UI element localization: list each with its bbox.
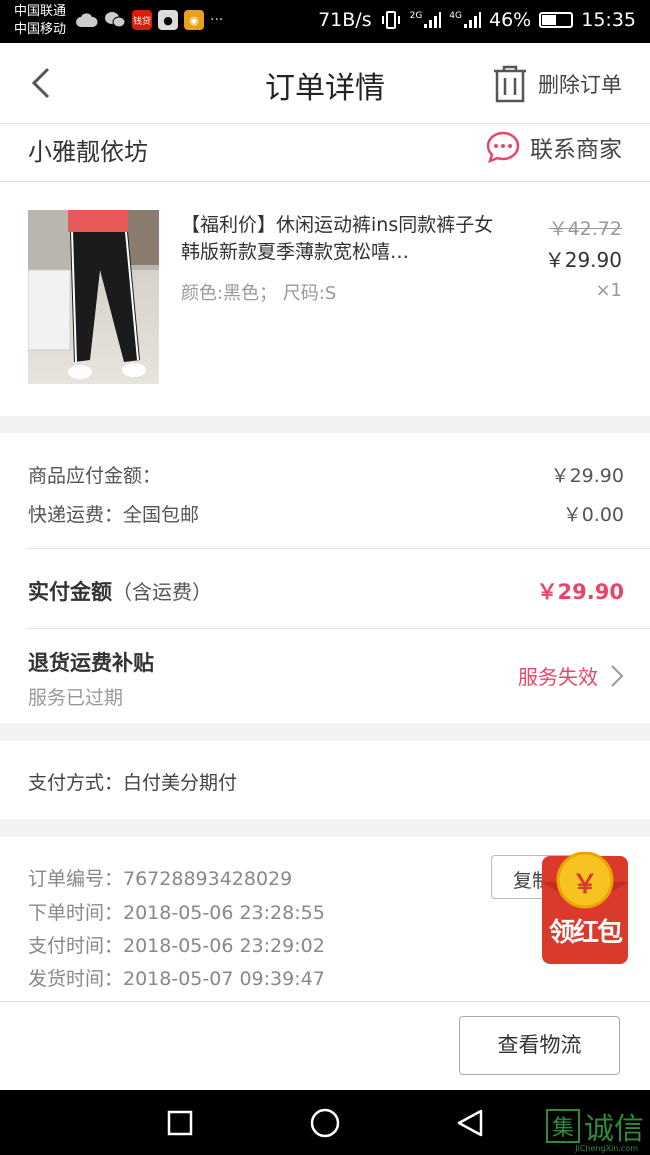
goods-amount-label: 商品应付金额： (28, 465, 162, 487)
vibrate-icon (381, 11, 400, 29)
weibo-icon: ◉ (184, 10, 204, 30)
more-notifications-icon: ··· (210, 12, 224, 28)
product-title: 【福利价】休闲运动裤ins同款裤子女韩版新款夏季薄款宽松嘻… (181, 214, 494, 263)
watermark-logo: 集 (546, 1109, 580, 1143)
back-icon[interactable] (455, 1108, 485, 1138)
notification-icons: 钱贷 ● ◉ ··· (76, 10, 223, 30)
cloud-icon (76, 13, 98, 27)
original-price: ￥42.72 (548, 218, 622, 240)
product-quantity: ×1 (595, 280, 622, 301)
paid-amount-row: 实付金额（含运费） ￥29.90 (28, 576, 624, 606)
paid-amount-label: 实付金额 (28, 580, 112, 604)
divider (28, 628, 650, 629)
chat-bubble-icon (486, 131, 520, 163)
system-nav-bar: 集 诚信 JiChengXin.com (0, 1090, 650, 1155)
system-status: 71B/s 2G 4G 46% 15:35 (318, 9, 636, 31)
delete-order-button[interactable]: 删除订单 (492, 65, 622, 103)
signal-4g-icon: 4G (449, 11, 481, 29)
trash-icon (494, 65, 526, 103)
divider (28, 548, 650, 549)
app-notification-icon: 钱贷 (132, 10, 152, 30)
status-bar: 中国联通 中国移动 钱贷 ● ◉ ··· 71B/s 2G 4G 46% 15:… (0, 0, 650, 43)
order-created-time: 下单时间：2018-05-06 23:28:55 (28, 902, 325, 924)
chevron-right-icon (611, 664, 624, 687)
service-status-link[interactable]: 服务失效 (518, 661, 624, 690)
recent-apps-icon[interactable] (167, 1110, 193, 1136)
product-item[interactable]: 【福利价】休闲运动裤ins同款裤子女韩版新款夏季薄款宽松嘻… 颜色:黑色； 尺码… (0, 182, 650, 416)
bottom-action-bar: 查看物流 (0, 1001, 650, 1090)
wechat-icon (105, 12, 126, 28)
service-status-label: 服务失效 (518, 665, 598, 689)
watermark-text: 诚信 (584, 1112, 644, 1147)
shop-name[interactable]: 小雅靓依坊 (28, 132, 148, 167)
view-logistics-button[interactable]: 查看物流 (459, 1016, 620, 1075)
shipping-row: 快递运费：全国包邮 ￥0.00 (28, 500, 624, 527)
carrier-info: 中国联通 中国移动 (14, 3, 66, 39)
carrier-2: 中国移动 (14, 22, 67, 37)
product-image[interactable] (28, 210, 159, 384)
pants-illustration (28, 210, 159, 379)
order-shipped-time: 发货时间：2018-05-07 09:39:47 (28, 968, 325, 990)
app-header: 订单详情 删除订单 (0, 43, 650, 124)
return-subsidy-status: 服务已过期 (28, 687, 124, 709)
paid-amount-suffix: （含运费） (112, 580, 212, 604)
payment-method-row: 支付方式：白付美分期付 (0, 741, 650, 819)
watermark: 集 诚信 (546, 1104, 644, 1148)
goods-amount-row: 商品应付金额： ￥29.90 (28, 461, 624, 488)
carrier-1: 中国联通 (14, 4, 67, 19)
order-number: 订单编号：76728893428029 (28, 868, 293, 890)
red-packet-label: 领红包 (548, 918, 623, 948)
shipping-value: ￥0.00 (562, 504, 624, 526)
contact-seller-label: 联系商家 (530, 137, 622, 163)
delete-order-label: 删除订单 (538, 73, 622, 97)
paid-amount-value: ￥29.90 (536, 580, 624, 604)
red-packet-button[interactable]: ￥ 领红包 (541, 851, 629, 964)
home-icon[interactable] (309, 1107, 341, 1139)
contact-seller-button[interactable]: 联系商家 (486, 130, 622, 164)
product-spec: 颜色:黑色； 尺码:S (181, 283, 337, 304)
goods-amount-value: ￥29.90 (550, 465, 624, 487)
fee-summary: 商品应付金额： ￥29.90 快递运费：全国包邮 ￥0.00 实付金额（含运费）… (0, 433, 650, 723)
shop-row: 小雅靓依坊 联系商家 (0, 124, 650, 182)
battery-icon (539, 12, 574, 28)
return-subsidy-title: 退货运费补贴 (28, 651, 154, 675)
order-paid-time: 支付时间：2018-05-06 23:29:02 (28, 935, 325, 957)
payment-method: 支付方式：白付美分期付 (28, 772, 238, 794)
coin-symbol: ￥ (571, 870, 598, 900)
shipping-label: 快递运费：全国包邮 (28, 504, 200, 526)
signal-2g-icon: 2G (410, 11, 442, 29)
battery-percent: 46% (489, 9, 532, 31)
chat-app-icon: ● (158, 10, 178, 30)
clock: 15:35 (581, 9, 636, 31)
net-speed: 71B/s (318, 9, 372, 31)
product-price: ￥29.90 (544, 248, 622, 272)
watermark-url: JiChengXin.com (575, 1144, 638, 1153)
